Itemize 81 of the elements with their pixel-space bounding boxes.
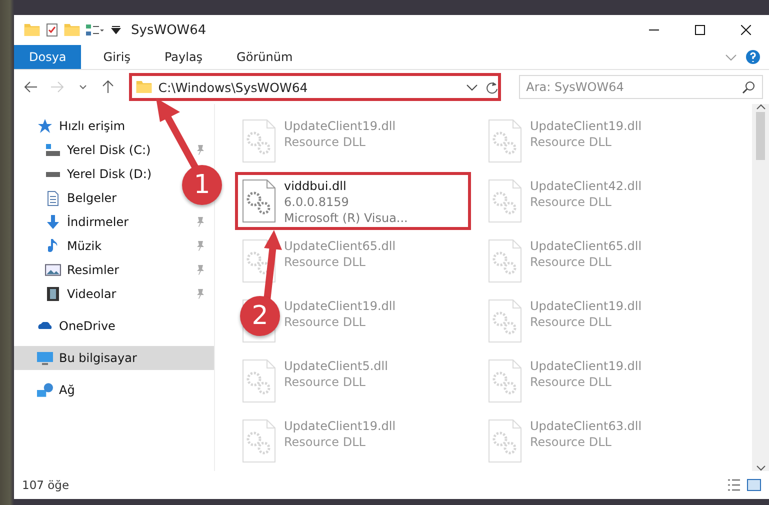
file-version: 6.0.0.8159 — [284, 194, 350, 210]
scrollbar[interactable] — [752, 104, 769, 471]
chevron-down-icon — [466, 84, 478, 90]
sidebar-item[interactable]: Videolar — [67, 287, 116, 301]
document-icon — [47, 190, 59, 206]
item-count: 107 öğe — [22, 478, 70, 492]
properties-icon — [46, 23, 58, 37]
forward-arrow-icon — [50, 81, 64, 93]
dll-file-icon — [242, 179, 276, 223]
scroll-thumb[interactable] — [756, 112, 765, 160]
file-type: Resource DLL — [530, 254, 612, 270]
large-icons-view-icon — [747, 479, 761, 491]
scroll-down-icon — [756, 465, 766, 471]
refresh-icon — [484, 80, 498, 94]
file-type: Resource DLL — [284, 134, 366, 150]
window-title: SysWOW64 — [131, 22, 206, 38]
drive-icon — [46, 172, 60, 176]
ribbon-tab[interactable]: Dosya — [14, 45, 82, 69]
search-field[interactable]: Ara: SysWOW64 — [519, 75, 763, 99]
folder-icon — [136, 81, 152, 93]
sidebar-item[interactable]: Yerel Disk (C:) — [67, 143, 151, 157]
folder-icon — [24, 24, 40, 36]
close-icon — [741, 25, 751, 35]
ribbon-tab[interactable]: Paylaş — [150, 45, 217, 69]
sidebar-item[interactable]: İndirmeler — [67, 215, 129, 229]
arrow — [262, 230, 282, 300]
star-icon — [37, 118, 53, 134]
sidebar-item[interactable]: Hızlı erişim — [59, 119, 126, 133]
ribbon-tab[interactable]: Görünüm — [222, 45, 307, 69]
sidebar-item[interactable]: Belgeler — [67, 191, 117, 205]
dll-file-icon — [242, 239, 276, 283]
search-icon — [742, 80, 756, 94]
file-type: Resource DLL — [530, 314, 612, 330]
dll-file-icon — [242, 419, 276, 463]
file-type: Resource DLL — [284, 374, 366, 390]
caret-icon — [78, 84, 87, 90]
file-type: Resource DLL — [530, 434, 612, 450]
sidebar-item[interactable]: Müzik — [67, 239, 102, 253]
monitor-icon — [36, 351, 54, 365]
dll-file-icon — [242, 119, 276, 163]
sidebar-item[interactable]: OneDrive — [59, 319, 116, 333]
maximize-icon — [695, 25, 705, 35]
up-arrow-icon — [102, 80, 114, 94]
download-arrow-icon — [47, 215, 59, 229]
file-type: Resource DLL — [284, 254, 366, 270]
file-name[interactable]: viddbui.dll — [284, 179, 408, 194]
folder-icon — [64, 24, 80, 36]
help-icon — [745, 49, 761, 65]
sidebar-item[interactable]: Resimler — [67, 263, 120, 277]
back-arrow-icon — [24, 81, 38, 93]
caret-icon — [111, 26, 121, 34]
file-type: Resource DLL — [284, 314, 366, 330]
file-company: Microsoft (R) Visua... — [284, 210, 408, 226]
sidebar-item[interactable]: Bu bilgisayar — [14, 346, 214, 370]
minimize-icon — [649, 29, 659, 31]
dll-file-icon — [488, 179, 522, 223]
view-list-icon — [86, 24, 105, 36]
file-type: Resource DLL — [530, 134, 612, 150]
dll-file-icon — [488, 119, 522, 163]
music-note-icon — [48, 239, 58, 253]
sidebar-item[interactable]: Yerel Disk (D:) — [67, 167, 152, 181]
drive-icon — [46, 144, 60, 156]
dll-file-icon — [488, 359, 522, 403]
file-type: Resource DLL — [530, 194, 612, 210]
highlighted-file-item[interactable]: viddbui.dll 6.0.0.8159 Microsoft (R) Visua... — [235, 172, 471, 230]
details-view-icon — [727, 479, 741, 491]
image-icon — [45, 264, 61, 276]
dll-file-icon — [488, 239, 522, 283]
dll-file-icon — [242, 359, 276, 403]
scroll-up-icon — [756, 104, 766, 110]
sidebar-item[interactable]: Ağ — [59, 383, 75, 397]
dll-file-icon — [488, 419, 522, 463]
chevron-down-icon — [725, 54, 737, 60]
cloud-icon — [37, 322, 53, 330]
ribbon-tab[interactable]: Giriş — [89, 45, 144, 69]
address-bar[interactable]: C:\Windows\SysWOW64 — [129, 73, 502, 101]
dll-file-icon — [488, 299, 522, 343]
file-type: Resource DLL — [530, 374, 612, 390]
network-icon — [37, 382, 53, 398]
film-icon — [47, 287, 59, 301]
file-type: Resource DLL — [284, 434, 366, 450]
